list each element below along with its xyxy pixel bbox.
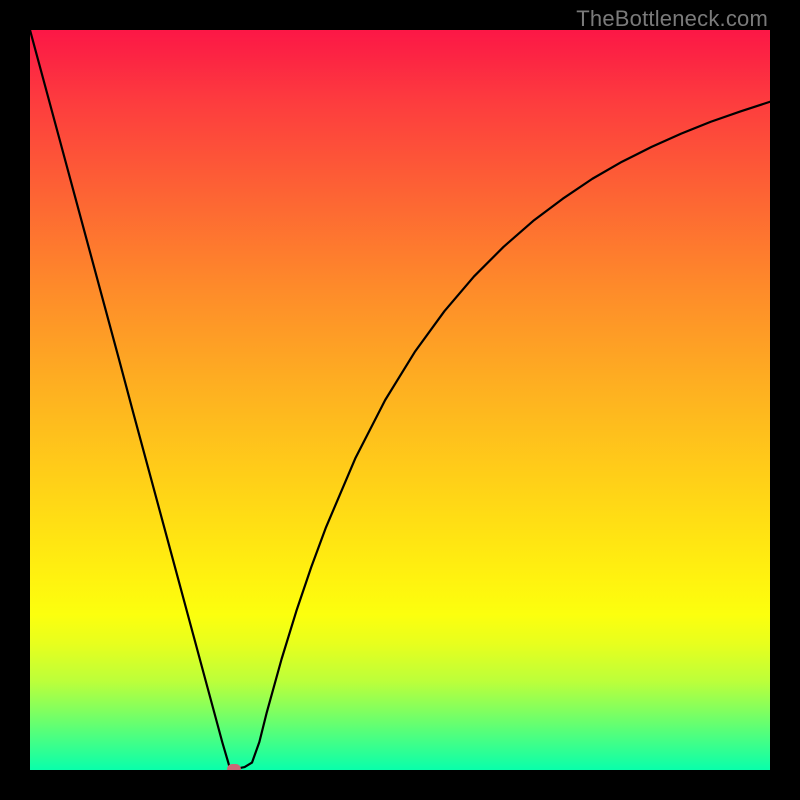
bottleneck-curve [30,30,770,770]
optimal-point-marker [227,764,241,770]
plot-area [30,30,770,770]
watermark-text: TheBottleneck.com [576,6,768,32]
chart-frame: TheBottleneck.com [0,0,800,800]
